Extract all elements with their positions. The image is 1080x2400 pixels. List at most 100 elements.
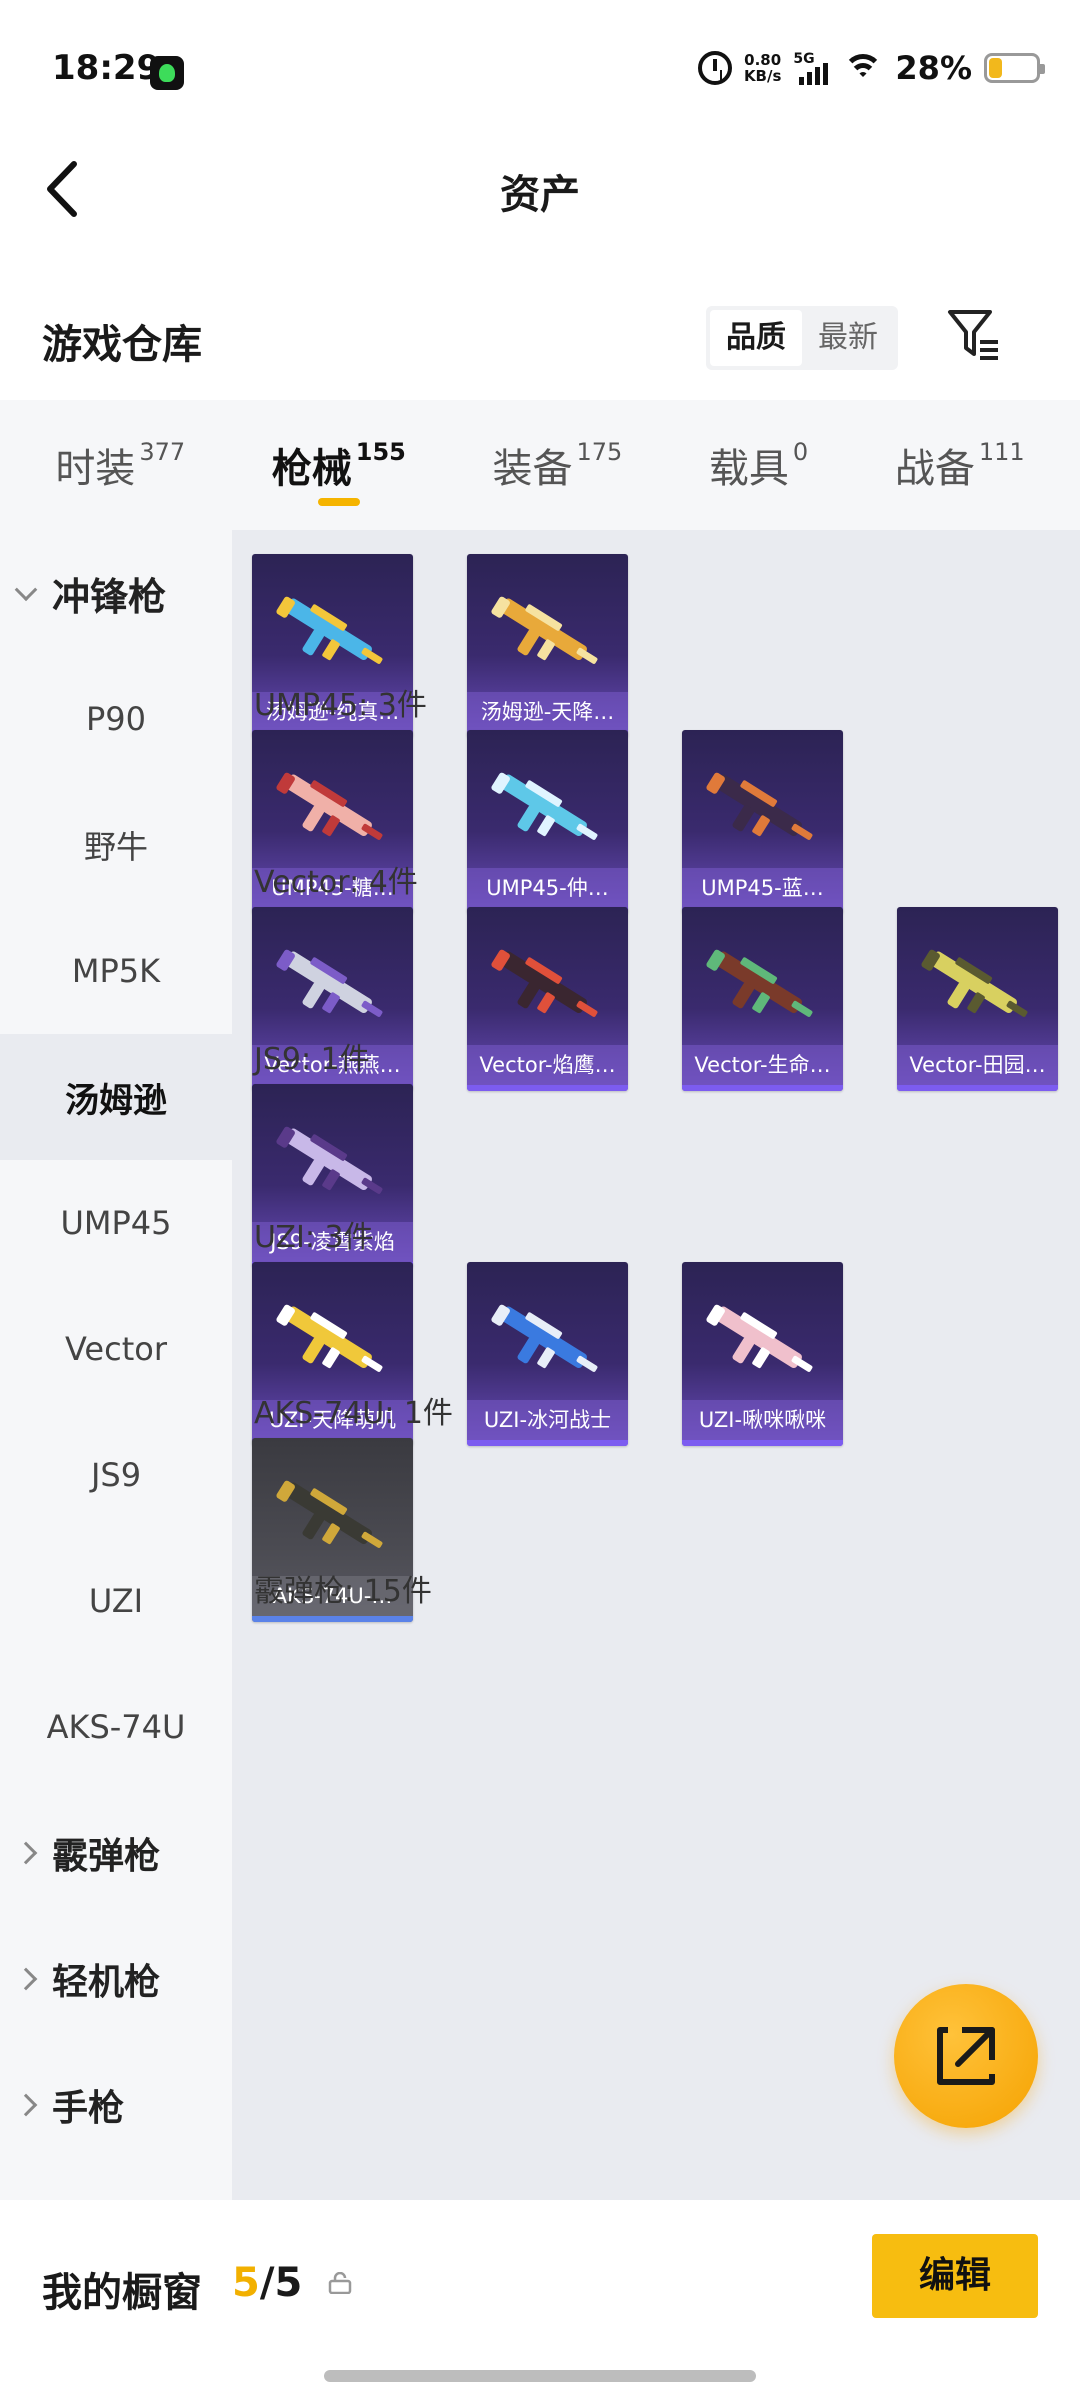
sidebar-item[interactable]: P90 [0,656,232,782]
sidebar-item-label: 霰弹枪 [52,1836,161,1877]
sidebar-item[interactable]: AKS-74U [0,1664,232,1790]
sidebar-item-label: P90 [85,700,146,738]
tab-1[interactable]: 枪械 155 [272,400,406,530]
net-speed-unit: KB/s [743,67,782,85]
showcase-count-total: /5 [259,2260,303,2306]
sidebar-item-label: MP5K [71,952,161,990]
sidebar-item[interactable]: UZI [0,1538,232,1664]
tab-label: 枪械 [271,446,352,492]
warehouse-header: 游戏仓库 品质 最新 [0,290,1080,390]
tab-3[interactable]: 载具 0 [709,400,808,530]
tab-active-indicator [317,498,360,506]
sort-newest-button[interactable]: 最新 [802,310,894,366]
chevron-right-icon [14,2093,38,2117]
network-speed: 0.80 KB/s [744,52,781,84]
sidebar-item-label: 冲锋枪 [52,574,167,619]
sidebar-item[interactable]: UMP45 [0,1160,232,1286]
wifi-icon [843,52,884,84]
tab-4[interactable]: 战备 111 [895,400,1025,530]
weapon-card[interactable]: UMP45-仲… [467,730,628,914]
sidebar-item[interactable]: 轻机枪 [0,1916,232,2042]
top-app-bar: 资产 [0,140,1080,240]
sidebar-item[interactable]: 霰弹枪 [0,1790,232,1916]
weapon-image [706,949,813,1017]
weapon-card[interactable]: Vector-田园… [897,907,1058,1091]
filter-icon[interactable] [944,304,1002,364]
sidebar-item[interactable]: 手枪 [0,2042,232,2168]
status-time: 18:29 [52,48,161,88]
sidebar-item-label: 野牛 [83,828,148,866]
weapon-image [491,949,598,1017]
rarity-bar [467,1085,628,1091]
alarm-icon [697,51,732,85]
weapon-image [276,772,383,840]
showcase-count: 5/5 [232,2260,302,2306]
sidebar-item-label: 汤姆逊 [65,1080,167,1121]
weapon-name: UMP45-蓝… [682,868,843,908]
sidebar-item[interactable]: Vector [0,1286,232,1412]
weapon-type-sidebar: 冲锋枪 P90 野牛 MP5K 汤姆逊 UMP45 Vector JS9 UZI AKS-74U 霰… [0,530,232,2200]
rarity-bar [682,1440,843,1446]
sort-quality-button[interactable]: 品质 [710,310,802,366]
tab-label: 战备 [894,446,975,492]
weapon-image [491,1304,598,1372]
weapon-grid: 汤姆逊-纯真… 汤姆逊-天降… UMP45: 3件 UMP45-糖… UMP45-仲… U… [232,530,1080,2200]
tab-label: 载具 [708,446,789,492]
sidebar-item[interactable]: MP5K [0,908,232,1034]
battery-icon [984,53,1045,83]
section-label: AKS-74U: 1件 [254,1396,453,1431]
showcase-label: 我的橱窗 [42,2270,202,2316]
tab-0[interactable]: 时装 377 [55,400,185,530]
weapon-image [276,1304,383,1372]
chevron-right-icon [14,1841,38,1865]
weapon-card[interactable]: UZI-啾咪啾咪 [682,1262,843,1446]
edit-button[interactable]: 编辑 [872,2234,1038,2318]
lock-icon [328,2272,352,2294]
tab-count: 377 [139,438,186,466]
section-label: UMP45: 3件 [254,688,427,723]
weapon-card[interactable]: 汤姆逊-天降… [467,554,628,738]
sidebar-item[interactable]: 汤姆逊 [0,1034,232,1160]
section-label: JS9: 1件 [254,1042,370,1077]
tab-label: 时装 [55,446,136,492]
sidebar-item[interactable]: 野牛 [0,782,232,908]
chevron-right-icon [14,1967,38,1991]
tab-count: 175 [576,438,623,466]
rarity-bar [897,1085,1058,1091]
net-speed-value: 0.80 [744,51,782,69]
cellular-signal-icon: 5G [793,51,831,85]
page-title: 资产 [500,172,580,218]
weapon-name: Vector-生命… [682,1045,843,1085]
sidebar-item-label: UMP45 [60,1204,172,1242]
weapon-image [921,949,1028,1017]
weapon-name: UZI-冰河战士 [467,1400,628,1440]
home-indicator[interactable] [324,2370,756,2382]
weapon-image [276,949,383,1017]
category-tabs: 时装 377 枪械 155 装备 175 载具 0 战备 111 [0,400,1080,530]
weapon-card[interactable]: Vector-焰鹰… [467,907,628,1091]
tab-count: 111 [978,438,1025,466]
tab-count: 0 [792,438,809,466]
weapon-name: UZI-啾咪啾咪 [682,1400,843,1440]
tab-2[interactable]: 装备 175 [492,400,622,530]
weapon-name: Vector-田园… [897,1045,1058,1085]
weapon-card[interactable]: UMP45-蓝… [682,730,843,914]
weapon-image [276,596,383,664]
warehouse-title: 游戏仓库 [42,322,202,368]
sidebar-item[interactable]: JS9 [0,1412,232,1538]
share-fab[interactable] [894,1984,1038,2128]
weapon-image [706,772,813,840]
chevron-down-icon [14,578,38,602]
battery-percent: 28% [895,49,972,87]
weapon-row: Vector-燕燕… Vector-焰鹰… Vector-生命… Vector-田园… [252,907,1058,1091]
weapon-image [491,596,598,664]
sidebar-item-label: AKS-74U [46,1708,186,1746]
status-bar: 18:29 0.80 KB/s 5G 28% [0,0,1080,140]
weapon-card[interactable]: UZI-冰河战士 [467,1262,628,1446]
section-label: UZI: 3件 [254,1220,374,1255]
tab-count: 155 [355,438,406,466]
weapon-name: UMP45-仲… [467,868,628,908]
sidebar-item[interactable]: 冲锋枪 [0,530,232,656]
weapon-card[interactable]: Vector-生命… [682,907,843,1091]
showcase-bar: 我的橱窗 5/5 编辑 [0,2200,1080,2400]
